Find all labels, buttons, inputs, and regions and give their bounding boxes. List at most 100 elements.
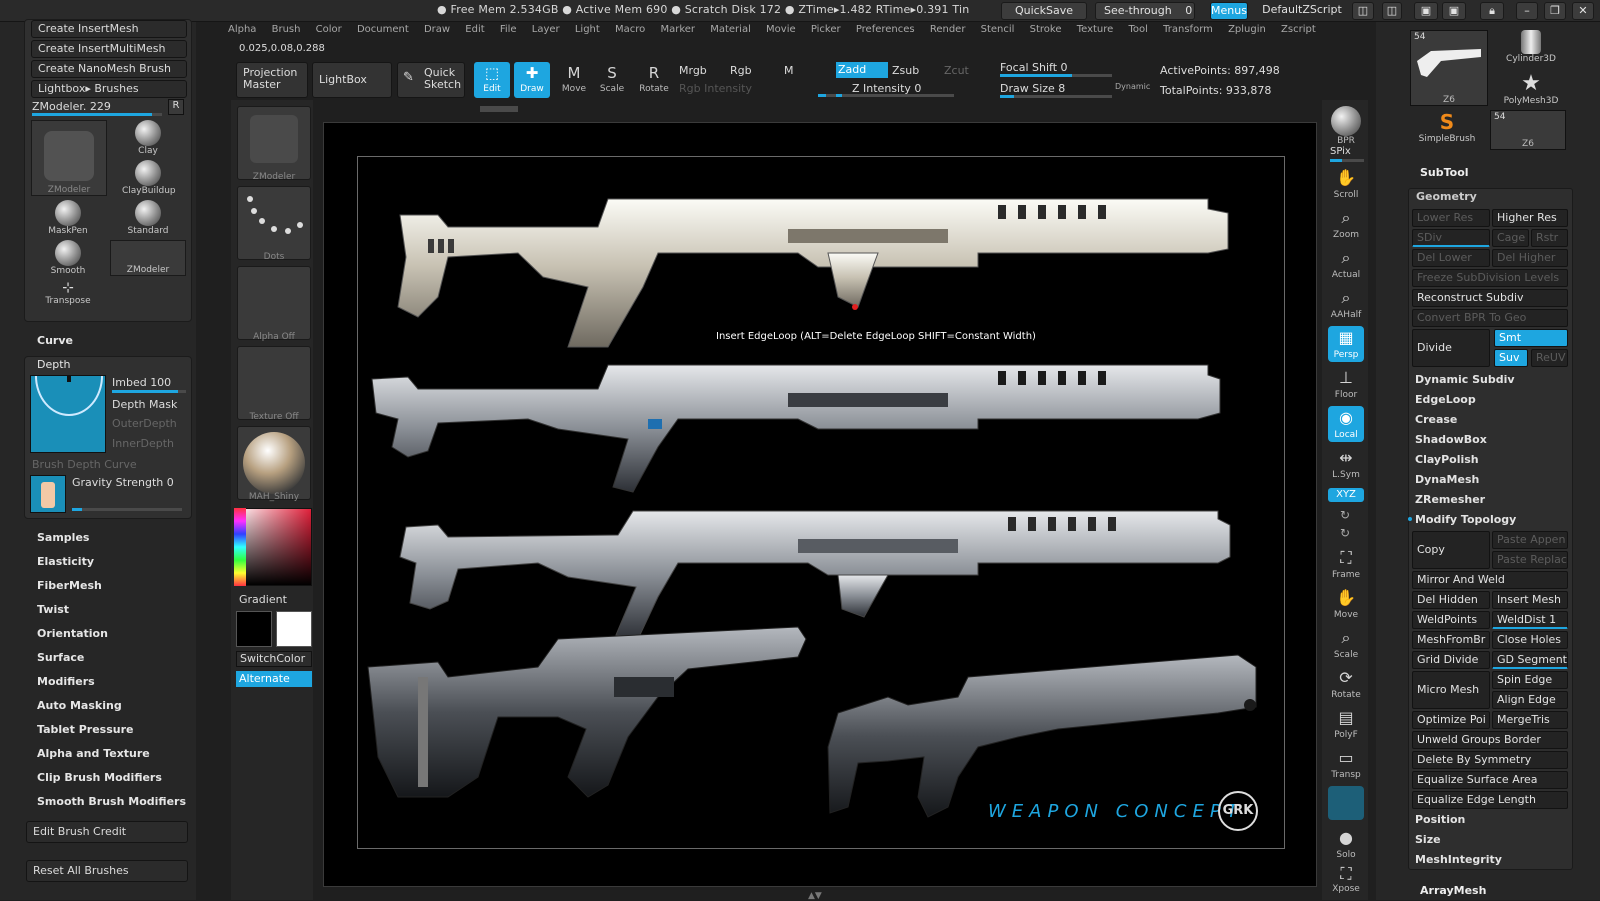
spin-edge-button[interactable]: Spin Edge	[1492, 671, 1568, 689]
paste-append-button[interactable]: Paste Appen	[1492, 531, 1568, 549]
sdiv-slider[interactable]: SDiv	[1412, 229, 1490, 247]
edgeloop-section[interactable]: EdgeLoop	[1415, 393, 1476, 406]
spix-slider[interactable]: SPix	[1330, 146, 1351, 157]
quick-sketch-button[interactable]: ✎ Quick Sketch	[397, 62, 465, 98]
xyz-button[interactable]: XYZ	[1328, 488, 1364, 502]
align-edge-button[interactable]: Align Edge	[1492, 691, 1568, 709]
gravity-preview[interactable]	[30, 475, 66, 513]
menu-macro[interactable]: Macro	[615, 24, 645, 35]
solo-button[interactable]: ● Solo	[1328, 826, 1364, 862]
switchcolor-button[interactable]: SwitchColor	[236, 651, 312, 667]
canvas-scroll-handle[interactable]	[480, 106, 518, 112]
gradient-label[interactable]: Gradient	[239, 593, 287, 606]
higher-res-button[interactable]: Higher Res	[1492, 209, 1568, 227]
layout-alt-icon[interactable]: ◫	[1382, 2, 1402, 20]
window-alt-icon[interactable]: ▣	[1442, 2, 1466, 20]
draw-size-track[interactable]	[1000, 95, 1112, 98]
tool-thumb-z6-small[interactable]: 54 Z6	[1490, 110, 1566, 150]
edit-tool-button[interactable]: ⬚ Edit	[474, 62, 510, 98]
grid-divide-button[interactable]: Grid Divide	[1412, 651, 1490, 669]
subtool-header[interactable]: SubTool	[1420, 166, 1469, 179]
focal-shift-slider[interactable]: Focal Shift 0	[1000, 61, 1068, 74]
del-hidden-button[interactable]: Del Hidden	[1412, 591, 1490, 609]
window-icon[interactable]: ▣	[1414, 2, 1438, 20]
depth-mask-button[interactable]: Depth Mask	[112, 398, 177, 411]
shadowbox-section[interactable]: ShadowBox	[1415, 433, 1487, 446]
scroll-button[interactable]: ✋ Scroll	[1328, 166, 1364, 202]
modify-topology-section[interactable]: Modify Topology	[1415, 513, 1516, 526]
rgb-intensity-track[interactable]	[818, 94, 836, 97]
smooth-brush-modifiers-menu[interactable]: Smooth Brush Modifiers	[37, 795, 186, 808]
brush-thumb[interactable]	[237, 106, 311, 180]
lock-icon[interactable]: 🔒︎	[1480, 2, 1504, 20]
zremesher-section[interactable]: ZRemesher	[1415, 493, 1485, 506]
z-intensity-track[interactable]	[836, 94, 954, 97]
menu-picker[interactable]: Picker	[811, 24, 841, 35]
alpha-thumb[interactable]	[237, 266, 311, 340]
menu-layer[interactable]: Layer	[532, 24, 560, 35]
elasticity-menu[interactable]: Elasticity	[37, 555, 94, 568]
polymesh3d-tool[interactable]: ★ PolyMesh3D	[1500, 72, 1562, 107]
bpr-button[interactable]: BPR	[1328, 106, 1364, 146]
restore-icon[interactable]: ❐	[1544, 2, 1566, 20]
stroke-thumb[interactable]	[237, 186, 311, 260]
alternate-button[interactable]: Alternate	[236, 671, 312, 687]
menu-draw[interactable]: Draw	[424, 24, 450, 35]
orientation-menu[interactable]: Orientation	[37, 627, 108, 640]
zoom-button[interactable]: ⌕ Zoom	[1328, 206, 1364, 242]
maskpen-brush[interactable]: MaskPen	[48, 200, 88, 236]
texture-thumb[interactable]	[237, 346, 311, 420]
samples-menu[interactable]: Samples	[37, 531, 89, 544]
xpose-button[interactable]: ⛶ Xpose	[1328, 864, 1364, 898]
rgb-intensity-slider[interactable]: Rgb Intensity	[679, 82, 752, 95]
spix-track[interactable]	[1330, 159, 1364, 162]
menu-color[interactable]: Color	[316, 24, 342, 35]
rotate-z-icon[interactable]: ↻	[1340, 526, 1350, 540]
micro-mesh-button[interactable]: Micro Mesh	[1412, 671, 1490, 709]
rotate-view-button[interactable]: ⟳ Rotate	[1328, 666, 1364, 702]
see-through-slider[interactable]: See-through 0	[1095, 2, 1195, 20]
close-holes-button[interactable]: Close Holes	[1492, 631, 1568, 649]
suv-toggle[interactable]: Suv	[1494, 349, 1528, 367]
create-nanomesh-brush-button[interactable]: Create NanoMesh Brush	[31, 60, 187, 78]
transpose-brush[interactable]: ⊹ Transpose	[40, 280, 96, 306]
r-button[interactable]: R	[168, 99, 184, 115]
insert-mesh-button[interactable]: Insert Mesh	[1492, 591, 1568, 609]
move-view-button[interactable]: ✋ Move	[1328, 586, 1364, 622]
menu-marker[interactable]: Marker	[660, 24, 695, 35]
rotate-tool-button[interactable]: R Rotate	[636, 62, 672, 98]
clip-brush-modifiers-menu[interactable]: Clip Brush Modifiers	[37, 771, 162, 784]
menu-file[interactable]: File	[500, 24, 517, 35]
size-section[interactable]: Size	[1415, 833, 1441, 846]
layout-icon[interactable]: ◫	[1352, 2, 1374, 20]
focal-shift-track[interactable]	[1000, 74, 1112, 77]
cage-button[interactable]: Cage	[1492, 229, 1529, 247]
meshfrombrush-button[interactable]: MeshFromBr	[1412, 631, 1490, 649]
default-zscript-button[interactable]: DefaultZScript	[1252, 2, 1352, 20]
menu-stroke[interactable]: Stroke	[1030, 24, 1062, 35]
material-thumb[interactable]	[237, 426, 311, 500]
lower-res-button[interactable]: Lower Res	[1412, 209, 1490, 227]
paste-replace-button[interactable]: Paste Replac	[1492, 551, 1568, 569]
polyf-button[interactable]: ▤ PolyF	[1328, 706, 1364, 742]
scale-view-button[interactable]: ⌕ Scale	[1328, 626, 1364, 662]
menu-edit[interactable]: Edit	[465, 24, 484, 35]
smt-toggle[interactable]: Smt	[1494, 329, 1568, 347]
standard-brush[interactable]: Standard	[126, 200, 170, 236]
draw-tool-button[interactable]: ✚ Draw	[514, 62, 550, 98]
tablet-pressure-menu[interactable]: Tablet Pressure	[37, 723, 133, 736]
del-higher-button[interactable]: Del Higher	[1492, 249, 1568, 267]
projection-master-button[interactable]: Projection Master	[236, 62, 308, 98]
copy-button[interactable]: Copy	[1412, 531, 1490, 569]
minimize-icon[interactable]: –	[1516, 2, 1538, 20]
equalize-surface-area-button[interactable]: Equalize Surface Area	[1412, 771, 1568, 789]
imbed-label[interactable]: Imbed 100	[112, 376, 171, 389]
claybuildup-brush[interactable]: ClayBuildup	[122, 160, 176, 196]
simplebrush-tool[interactable]: S SimpleBrush	[1412, 110, 1482, 144]
smooth-brush[interactable]: Smooth	[48, 240, 88, 276]
reconstruct-subdiv-button[interactable]: Reconstruct Subdiv	[1412, 289, 1568, 307]
edit-brush-credit-button[interactable]: Edit Brush Credit	[26, 821, 188, 843]
lightbox-button[interactable]: LightBox	[312, 62, 392, 98]
menu-alpha[interactable]: Alpha	[228, 24, 256, 35]
brush-slider[interactable]	[32, 113, 162, 116]
